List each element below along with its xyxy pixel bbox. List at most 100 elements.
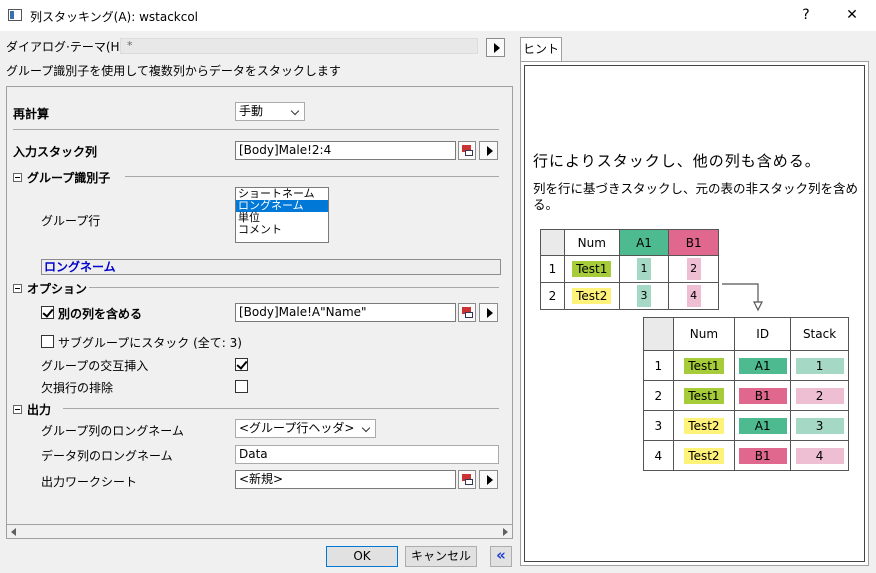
table-cell: 4 [686, 285, 701, 307]
selected-group-display: ロングネーム [41, 259, 501, 275]
divider [125, 176, 499, 177]
output-sheet-field[interactable]: <新規> [235, 470, 456, 489]
table-cell: Test2 [684, 417, 724, 434]
output-section-title: 出力 [27, 403, 52, 417]
hint-body: 列を行に基づきスタックし、元の表の非スタック列を含める。 [533, 181, 859, 212]
description-text: グループ識別子を使用して複数列からデータをスタックします [6, 64, 341, 78]
hint-title: 行によりスタックし、他の列も含める。 [533, 152, 821, 170]
theme-label: ダイアログ·テーマ(H) [6, 40, 125, 54]
group-rows-label: グループ行 [41, 214, 101, 228]
collapse-panel-button[interactable]: « [490, 546, 512, 567]
collapse-group-icon[interactable] [13, 173, 22, 182]
table-cell: 2 [795, 387, 844, 404]
collapse-options-icon[interactable] [13, 284, 22, 293]
output-sheet-label: 出力ワークシート [41, 475, 138, 489]
include-other-field[interactable]: [Body]Male!A"Name" [235, 303, 456, 322]
table-row: 2 Test1 B1 2 [643, 380, 849, 411]
table-cell: A1 [738, 417, 787, 434]
subgroup-label: サブグループにスタック (全て: 3) [58, 336, 242, 350]
scroll-right-icon[interactable] [503, 528, 508, 536]
table-row: 4 Test2 B1 4 [643, 440, 849, 471]
row-number: 4 [643, 440, 674, 471]
exclude-missing-label: 欠損行の排除 [41, 381, 114, 395]
input-menu-arrow-button[interactable] [479, 141, 498, 160]
interleave-checkbox[interactable] [235, 358, 248, 371]
table-header: ID [734, 317, 792, 351]
interleave-label: グループの交互挿入 [41, 359, 149, 373]
table-cell: 3 [795, 417, 844, 434]
divider [63, 408, 499, 409]
close-button[interactable]: ✕ [830, 2, 874, 29]
horizontal-scrollbar[interactable] [6, 524, 513, 539]
divider [13, 129, 499, 130]
table-cell: Test1 [684, 357, 724, 374]
scroll-left-icon[interactable] [11, 528, 16, 536]
table-cell: Test2 [684, 447, 724, 464]
table-row: 1 Test1 A1 1 [643, 350, 849, 381]
row-number: 1 [540, 255, 565, 283]
settings-panel: 再計算 手動 入力スタック列 [Body]Male!2:4 グループ識別子 グル… [6, 86, 513, 539]
tab-hint[interactable]: ヒント [520, 37, 562, 62]
list-item[interactable]: コメント [236, 224, 328, 236]
table-cell: Test2 [572, 288, 612, 304]
collapse-output-icon[interactable] [13, 405, 22, 414]
theme-dropdown[interactable]: * [120, 38, 478, 54]
chevron-down-icon [361, 423, 371, 433]
table-cell: B1 [738, 387, 787, 404]
arrow-down-icon [722, 283, 763, 312]
table-row: 2 Test2 3 4 [540, 282, 719, 310]
data-longname-field[interactable]: Data [235, 445, 499, 464]
divider [89, 287, 499, 288]
exclude-missing-checkbox[interactable] [235, 380, 248, 393]
recalc-combo[interactable]: 手動 [235, 102, 305, 121]
table-cell: 2 [686, 258, 701, 280]
table-header: Num [563, 229, 620, 256]
theme-menu-arrow-button[interactable] [486, 38, 505, 57]
table-cell: 1 [795, 357, 844, 374]
chevron-down-icon [290, 106, 300, 116]
table-cell: 1 [636, 258, 651, 280]
group-section-title: グループ識別子 [27, 171, 111, 185]
group-rows-listbox[interactable]: ショートネーム ロングネーム 単位 コメント [235, 187, 329, 243]
group-longname-value: <グループ行ヘッダ> [239, 421, 355, 435]
table-row: 3 Test2 A1 3 [643, 410, 849, 441]
table-header: Stack [790, 317, 849, 351]
table-cell: B1 [738, 447, 787, 464]
table-cell: 3 [636, 285, 651, 307]
range-picker-icon[interactable] [458, 141, 476, 160]
source-table: Num A1 B1 1 Test1 1 2 2 Test2 3 4 [540, 229, 719, 310]
recalc-label: 再計算 [13, 107, 50, 121]
data-longname-label: データ列のロングネーム [41, 449, 173, 463]
row-number: 3 [643, 410, 674, 441]
options-section-title: オプション [27, 282, 88, 296]
ok-button[interactable]: OK [326, 546, 398, 567]
table-header: B1 [668, 229, 719, 256]
help-button[interactable]: ? [784, 2, 828, 29]
table-corner [643, 317, 674, 351]
input-columns-field[interactable]: [Body]Male!2:4 [235, 141, 456, 160]
table-corner [540, 229, 565, 256]
range-picker-icon[interactable] [458, 303, 476, 322]
recalc-value: 手動 [239, 104, 264, 118]
result-table: Num ID Stack 1 Test1 A1 1 2 Test1 B1 2 3… [643, 317, 849, 471]
row-number: 1 [643, 350, 674, 381]
group-longname-combo[interactable]: <グループ行ヘッダ> [235, 419, 376, 438]
table-header: A1 [618, 229, 670, 256]
row-number: 2 [540, 282, 565, 310]
table-cell: Test1 [572, 261, 612, 277]
table-cell: Test1 [684, 387, 724, 404]
window-title: 列スタッキング(A): wstackcol [30, 10, 199, 24]
include-other-label: 別の列を含める [58, 307, 143, 321]
table-cell: A1 [738, 357, 787, 374]
cancel-button[interactable]: キャンセル [405, 546, 477, 567]
title-bar: 列スタッキング(A): wstackcol ? ✕ [0, 0, 876, 31]
range-picker-icon[interactable] [458, 470, 476, 489]
include-other-menu-arrow-button[interactable] [479, 303, 498, 322]
row-number: 2 [643, 380, 674, 411]
input-columns-label: 入力スタック列 [13, 145, 98, 159]
output-sheet-menu-arrow-button[interactable] [479, 470, 498, 489]
include-other-checkbox[interactable] [41, 306, 54, 319]
subgroup-checkbox[interactable] [41, 335, 54, 348]
table-header: Num [672, 317, 736, 351]
group-longname-label: グループ列のロングネーム [41, 424, 184, 438]
